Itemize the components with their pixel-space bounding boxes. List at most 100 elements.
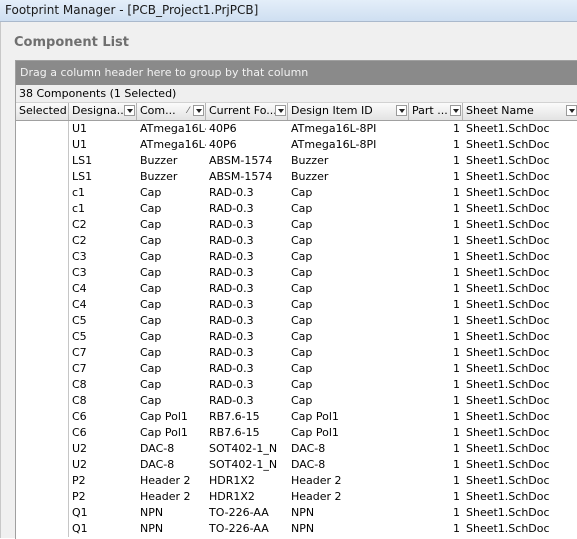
selected-cell [16,169,69,185]
footprint-cell: RB7.6-15 [209,426,260,439]
footprint-cell: RAD-0.3 [209,330,254,343]
comment-cell: DAC-8 [140,442,175,455]
table-row[interactable]: C7 Cap RAD-0.3 Cap 1 Sheet1.SchDoc [16,345,577,361]
table-row[interactable]: C2 Cap RAD-0.3 Cap 1 Sheet1.SchDoc [16,233,577,249]
table-row[interactable]: Q1 NPN TO-226-AA NPN 1 Sheet1.SchDoc [16,505,577,521]
table-row[interactable]: C2 Cap RAD-0.3 Cap 1 Sheet1.SchDoc [16,217,577,233]
table-row[interactable]: LS1 Buzzer ABSM-1574 Buzzer 1 Sheet1.SchDoc [16,169,577,185]
table-row[interactable]: C4 Cap RAD-0.3 Cap 1 Sheet1.SchDoc [16,281,577,297]
part-cell: 1 [453,442,460,455]
grid-body: U1 ATmega16L-840P6 ATmega16L-8PI 1 Sheet1.Sc… [16,121,577,537]
selected-cell [16,137,69,153]
table-row[interactable]: C3 Cap RAD-0.3 Cap 1 Sheet1.SchDoc [16,249,577,265]
sheet-name-cell: Sheet1.SchDoc [466,410,550,423]
column-header-selected[interactable]: Selected [16,103,69,120]
footprint-cell: RB7.6-15 [209,410,260,423]
sheet-name-cell: Sheet1.SchDoc [466,314,550,327]
footprint-cell: RAD-0.3 [209,234,254,247]
comment-cell: Cap [140,266,162,279]
footprint-cell: HDR1X2 [209,474,255,487]
table-row[interactable]: C5 Cap RAD-0.3 Cap 1 Sheet1.SchDoc [16,329,577,345]
comment-cell: Cap [140,218,162,231]
selected-cell [16,409,69,425]
table-row[interactable]: C6 Cap Pol1 RB7.6-15 Cap Pol1 1 Sheet1.SchDoc [16,425,577,441]
part-cell: 1 [453,394,460,407]
table-row[interactable]: U1 ATmega16L-840P6 ATmega16L-8PI 1 Sheet1.Sc… [16,121,577,137]
window-titlebar[interactable]: Footprint Manager - [PCB_Project1.PrjPCB… [0,0,577,22]
selected-cell [16,281,69,297]
table-row[interactable]: C4 Cap RAD-0.3 Cap 1 Sheet1.SchDoc [16,297,577,313]
comment-cell: NPN [140,522,164,535]
selected-cell [16,201,69,217]
designator-cell: C4 [72,298,87,311]
column-header-design-item-id[interactable]: Design Item ID [288,103,409,120]
sheet-name-cell: Sheet1.SchDoc [466,250,550,263]
footprint-cell: SOT402-1_N [209,442,278,455]
footprint-cell: RAD-0.3 [209,282,254,295]
selected-cell [16,217,69,233]
design-item-id-cell: NPN [291,506,315,519]
part-cell: 1 [453,202,460,215]
column-header-label: Sheet Name [466,104,534,117]
sheet-name-cell: Sheet1.SchDoc [466,458,550,471]
column-header-designator[interactable]: Designa... [69,103,137,120]
part-cell: 1 [453,410,460,423]
table-row[interactable]: Q1 NPN TO-226-AA NPN 1 Sheet1.SchDoc [16,521,577,537]
table-row[interactable]: C5 Cap RAD-0.3 Cap 1 Sheet1.SchDoc [16,313,577,329]
column-header-label: Design Item ID [291,104,373,117]
part-cell: 1 [453,426,460,439]
designator-cell: C5 [72,330,87,343]
comment-cell: Cap [140,234,162,247]
table-row[interactable]: c1 Cap RAD-0.3 Cap 1 Sheet1.SchDoc [16,201,577,217]
designator-cell: U2 [72,458,88,471]
part-cell: 1 [453,298,460,311]
designator-cell: U2 [72,442,88,455]
comment-cell: Buzzer [140,170,178,183]
selected-cell [16,185,69,201]
sheet-name-cell: Sheet1.SchDoc [466,202,550,215]
column-filter-dropdown-icon[interactable] [124,105,135,116]
designator-cell: U1 [72,138,88,151]
table-row[interactable]: U1 ATmega16L-840P6 ATmega16L-8PI 1 Sheet1.Sc… [16,137,577,153]
table-row[interactable]: c1 Cap RAD-0.3 Cap 1 Sheet1.SchDoc [16,185,577,201]
design-item-id-cell: Header 2 [291,490,342,503]
column-filter-dropdown-icon[interactable] [193,105,204,116]
panel-title: Component List [14,35,130,50]
design-item-id-cell: Cap [291,394,313,407]
group-by-area[interactable]: Drag a column header here to group by th… [16,61,577,85]
table-row[interactable]: C6 Cap Pol1 RB7.6-15 Cap Pol1 1 Sheet1.SchDoc [16,409,577,425]
column-header-sheet-name[interactable]: Sheet Name [463,103,577,120]
column-header-label: Designa... [72,104,128,117]
table-row[interactable]: P2 Header 2 HDR1X2 Header 2 1 Sheet1.SchDoc [16,489,577,505]
table-row[interactable]: C8 Cap RAD-0.3 Cap 1 Sheet1.SchDoc [16,393,577,409]
column-header-comment[interactable]: Com... ⁄ [137,103,206,120]
table-row[interactable]: C3 Cap RAD-0.3 Cap 1 Sheet1.SchDoc [16,265,577,281]
column-filter-dropdown-icon[interactable] [566,105,577,116]
design-item-id-cell: Cap [291,250,313,263]
design-item-id-cell: Buzzer [291,154,329,167]
comment-cell: ATmega16L-8 [140,138,206,151]
column-filter-dropdown-icon[interactable] [275,105,286,116]
design-item-id-cell: Cap [291,314,313,327]
column-filter-dropdown-icon[interactable] [450,105,461,116]
sheet-name-cell: Sheet1.SchDoc [466,522,550,535]
sheet-name-cell: Sheet1.SchDoc [466,490,550,503]
design-item-id-cell: Cap [291,378,313,391]
part-cell: 1 [453,474,460,487]
column-header-part[interactable]: Part ... [409,103,463,120]
column-header-current-footprint[interactable]: Current Fo... [206,103,288,120]
column-header-label: Selected [19,104,67,117]
part-cell: 1 [453,330,460,343]
part-cell: 1 [453,314,460,327]
table-row[interactable]: LS1 Buzzer ABSM-1574 Buzzer 1 Sheet1.SchDoc [16,153,577,169]
comment-cell: Cap [140,362,162,375]
table-row[interactable]: U2 DAC-8 SOT402-1_N DAC-8 1 Sheet1.SchDoc [16,441,577,457]
table-row[interactable]: P2 Header 2 HDR1X2 Header 2 1 Sheet1.SchDoc [16,473,577,489]
part-cell: 1 [453,362,460,375]
table-row[interactable]: U2 DAC-8 SOT402-1_N DAC-8 1 Sheet1.SchDoc [16,457,577,473]
column-filter-dropdown-icon[interactable] [396,105,407,116]
table-row[interactable]: C8 Cap RAD-0.3 Cap 1 Sheet1.SchDoc [16,377,577,393]
designator-cell: Q1 [72,506,88,519]
table-row[interactable]: C7 Cap RAD-0.3 Cap 1 Sheet1.SchDoc [16,361,577,377]
comment-cell: Cap [140,250,162,263]
